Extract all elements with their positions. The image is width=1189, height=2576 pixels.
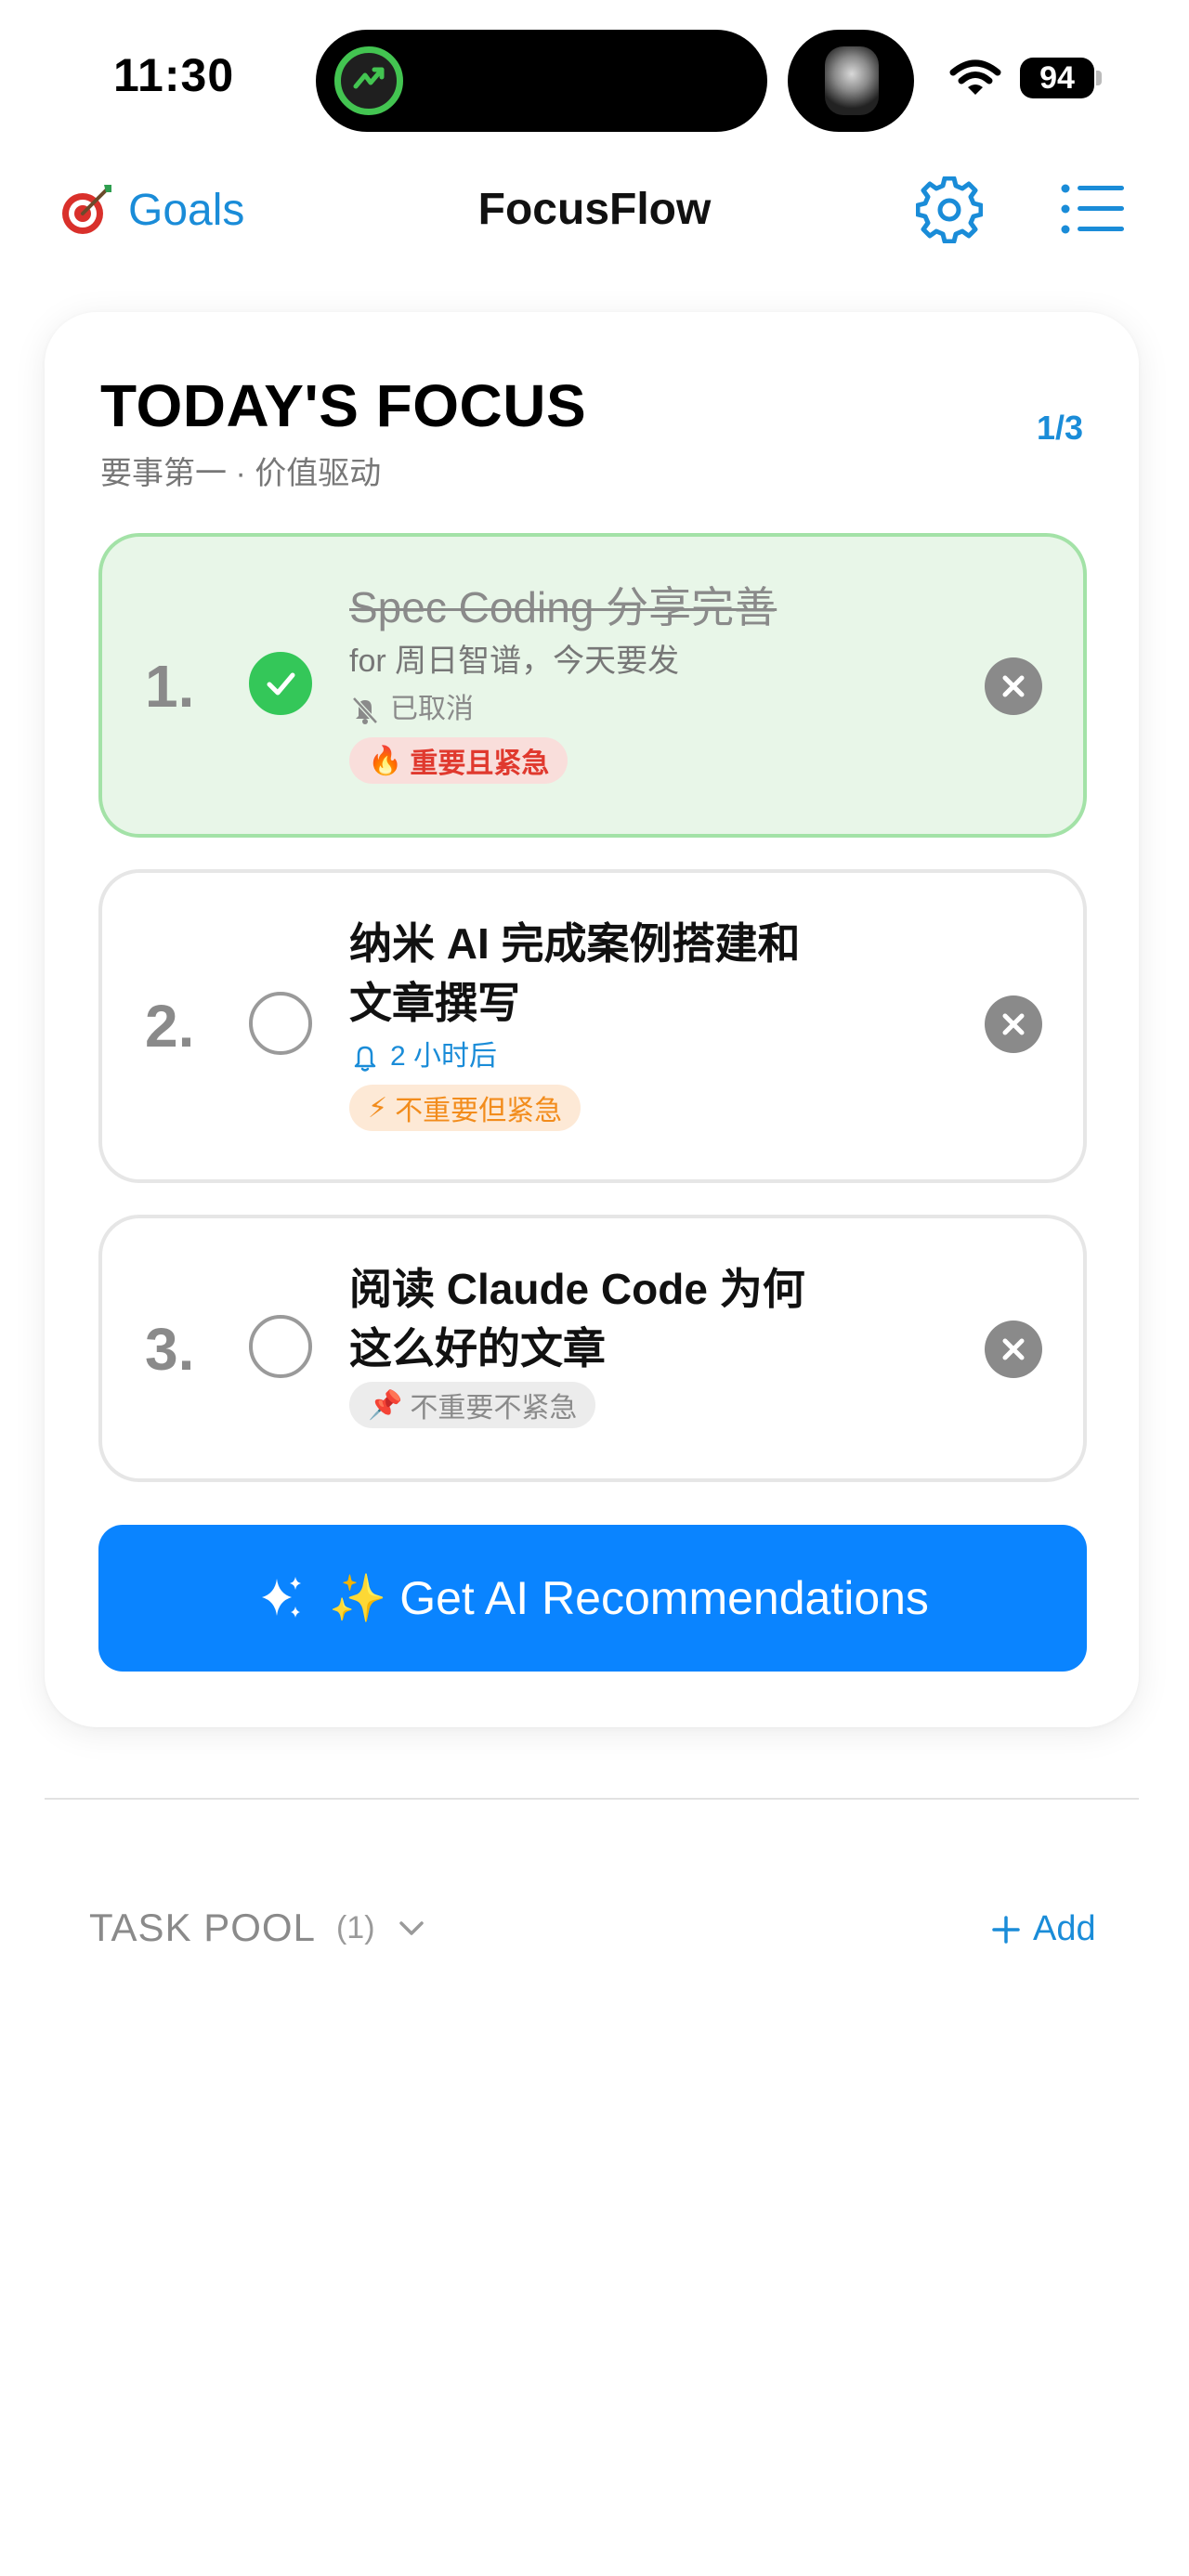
add-task-label: Add [1033, 1909, 1096, 1948]
dynamic-island [316, 30, 767, 132]
remove-task-button[interactable] [985, 995, 1042, 1053]
activity-icon [334, 46, 403, 115]
bell-icon [354, 1046, 376, 1072]
focus-task-1[interactable]: 1. Spec Coding 分享完善 for 周日智谱，今天要发 已取消 🔥 … [98, 533, 1087, 838]
close-icon [1002, 1338, 1025, 1360]
task-number: 1. [145, 653, 195, 720]
focus-title: TODAY'S FOCUS [100, 372, 587, 439]
priority-badge: 📌 不重要不紧急 [349, 1382, 596, 1428]
task-title: Spec Coding 分享完善 [349, 583, 777, 631]
task-pool-count: (1) [335, 1909, 375, 1945]
status-bar: 11:30 94 [0, 0, 1189, 149]
sparkles-icon [262, 1577, 302, 1618]
lightning-icon: ⚡ [368, 1092, 388, 1124]
task-title-line-2: 这么好的文章 [349, 1324, 606, 1373]
task-title-line-1: 阅读 Claude Code 为何 [349, 1265, 805, 1313]
ai-recommendations-label: ✨ Get AI Recommendations [329, 1571, 929, 1624]
priority-badge-label: 重要且紧急 [410, 748, 550, 779]
task-body: 纳米 AI 完成案例搭建和 文章撰写 2 小时后 ⚡ 不重要但紧急 [349, 914, 925, 1131]
task-pool-title: TASK POOL [89, 1906, 316, 1949]
task-title-line-1: 纳米 AI 完成案例搭建和 [349, 919, 801, 968]
gear-icon[interactable] [916, 176, 983, 243]
task-number: 3. [145, 1316, 195, 1383]
wifi-icon [949, 59, 1001, 95]
priority-badge-label: 不重要但紧急 [395, 1096, 563, 1126]
battery-indicator: 94 [1020, 58, 1094, 98]
target-icon [62, 185, 111, 234]
goals-button[interactable]: Goals [58, 182, 244, 238]
ai-recommendations-button[interactable]: ✨ Get AI Recommendations [98, 1525, 1087, 1672]
page: 11:30 94 Goals FocusFlow TODAY'S FOCUS 要… [0, 0, 1189, 2576]
task-title-line-2: 文章撰写 [349, 979, 520, 1027]
focus-task-3[interactable]: 3. 阅读 Claude Code 为何 这么好的文章 📌 不重要不紧急 [98, 1215, 1087, 1482]
battery-cap [1096, 71, 1102, 85]
chevron-down-icon [399, 1921, 424, 1935]
goals-label: Goals [128, 185, 245, 235]
remove-task-button[interactable] [985, 1321, 1042, 1378]
focus-progress-count: 1/3 [1036, 409, 1083, 447]
task-pool-toggle[interactable]: TASK POOL (1) [89, 1906, 427, 1950]
priority-badge: 🔥 重要且紧急 [349, 737, 568, 784]
list-icon[interactable] [1061, 182, 1124, 236]
album-art-icon [825, 46, 879, 115]
task-complete-checkbox[interactable] [249, 652, 312, 715]
task-reminder-text: 已取消 [390, 694, 474, 724]
fire-icon: 🔥 [368, 745, 403, 776]
today-focus-card: TODAY'S FOCUS 要事第一 · 价值驱动 1/3 1. Spec Co… [45, 312, 1139, 1727]
task-body: 阅读 Claude Code 为何 这么好的文章 📌 不重要不紧急 [349, 1259, 925, 1428]
remove-task-button[interactable] [985, 657, 1042, 715]
now-playing-artwork [788, 30, 914, 132]
task-note: for 周日智谱，今天要发 [349, 644, 680, 679]
close-icon [1002, 675, 1025, 697]
task-reminder: 2 小时后 [349, 1033, 925, 1081]
pin-icon: 📌 [368, 1389, 403, 1421]
checkmark-icon [267, 672, 295, 696]
task-reminder-text: 2 小时后 [390, 1041, 498, 1072]
task-number: 2. [145, 993, 195, 1060]
status-time: 11:30 [113, 49, 235, 101]
task-body: Spec Coding 分享完善 for 周日智谱，今天要发 已取消 🔥 重要且… [349, 578, 925, 784]
plus-icon [992, 1915, 1020, 1944]
focus-task-2[interactable]: 2. 纳米 AI 完成案例搭建和 文章撰写 2 小时后 ⚡ 不重要但紧急 [98, 869, 1087, 1183]
focus-subtitle: 要事第一 · 价值驱动 [100, 456, 382, 491]
priority-badge: ⚡ 不重要但紧急 [349, 1085, 581, 1131]
priority-badge-label: 不重要不紧急 [410, 1393, 578, 1424]
bell-slash-icon [352, 696, 378, 724]
close-icon [1002, 1013, 1025, 1035]
task-complete-checkbox[interactable] [249, 1315, 312, 1378]
add-task-button[interactable]: Add [990, 1909, 1096, 1949]
task-reminder: 已取消 [349, 685, 925, 734]
task-complete-checkbox[interactable] [249, 992, 312, 1055]
section-divider [45, 1798, 1139, 1800]
